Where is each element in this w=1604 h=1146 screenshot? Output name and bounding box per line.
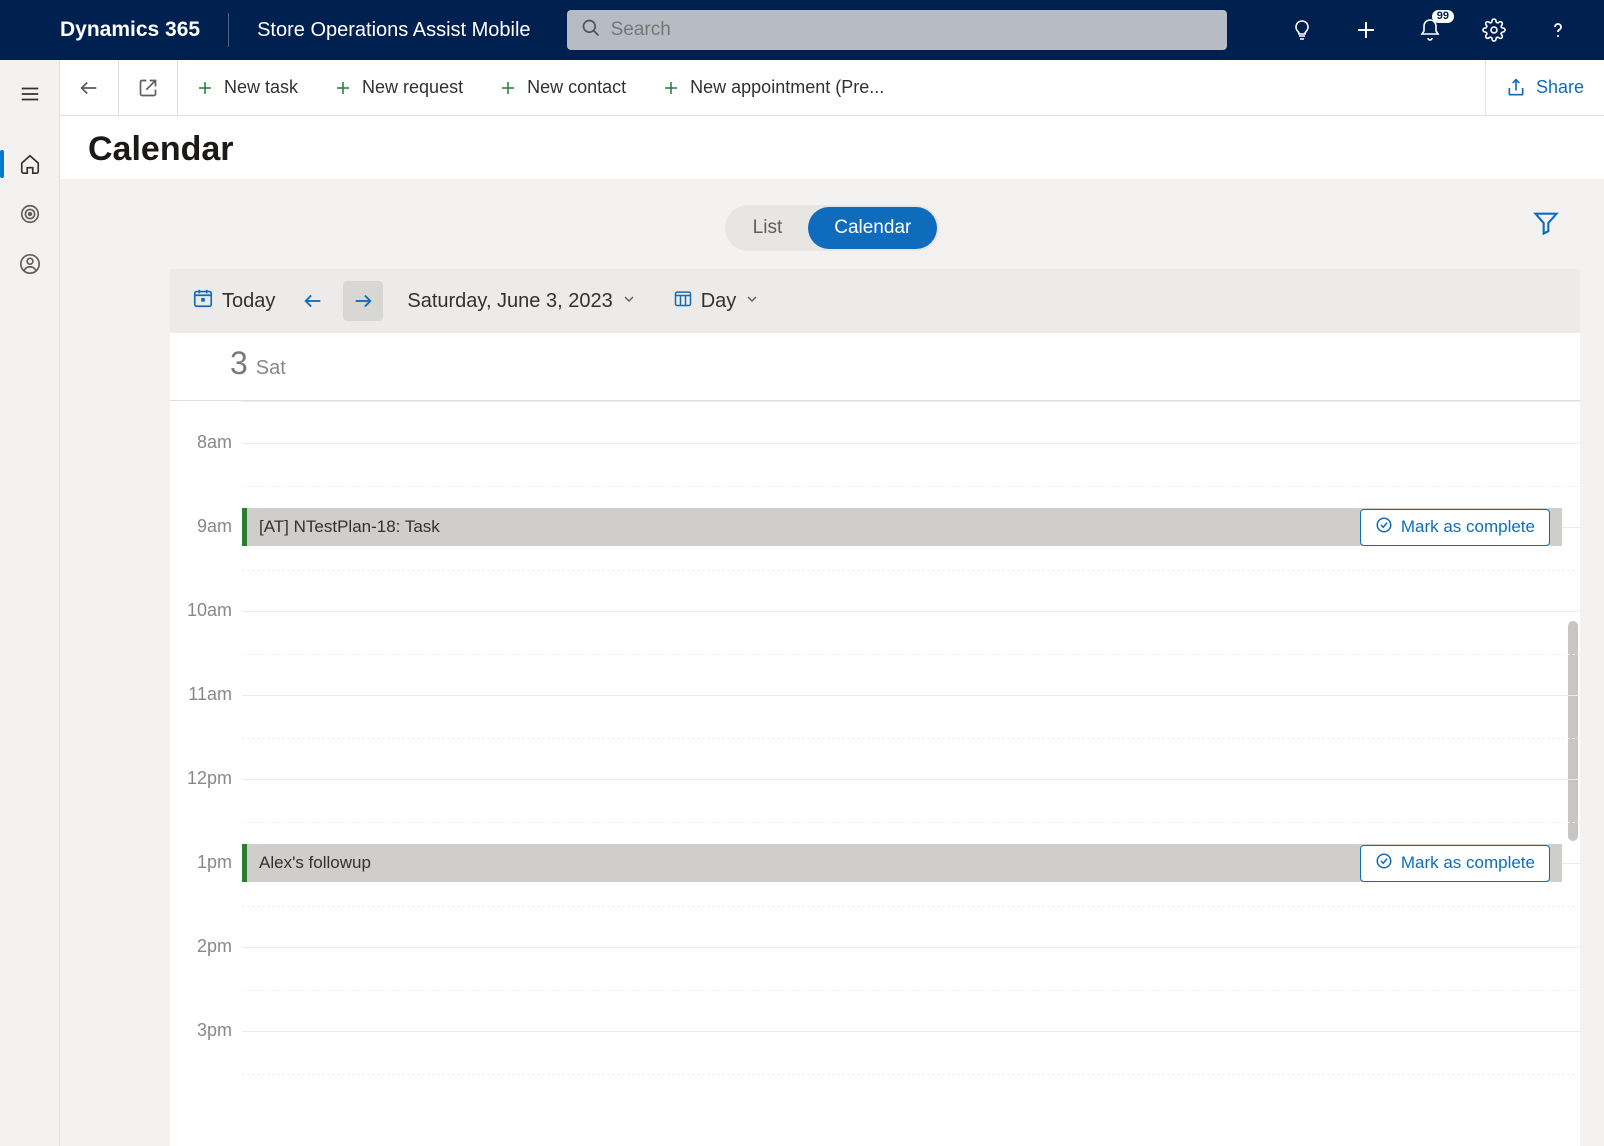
notifications-icon[interactable]: 99 xyxy=(1416,16,1444,44)
calendar-event[interactable]: Alex's followup Mark as complete xyxy=(242,844,1562,882)
day-header: 3 Sat xyxy=(170,333,1580,401)
help-icon[interactable] xyxy=(1544,16,1572,44)
check-circle-icon xyxy=(1375,516,1393,539)
new-request-label: New request xyxy=(362,77,463,98)
mark-complete-label: Mark as complete xyxy=(1401,517,1535,537)
mark-complete-button[interactable]: Mark as complete xyxy=(1360,845,1550,882)
new-task-button[interactable]: New task xyxy=(178,60,316,115)
today-label: Today xyxy=(222,290,275,313)
brand-label[interactable]: Dynamics 365 xyxy=(0,13,229,47)
today-button[interactable]: Today xyxy=(184,281,283,321)
time-label: 10am xyxy=(187,600,232,620)
filter-icon[interactable] xyxy=(1528,205,1564,241)
prev-day-button[interactable] xyxy=(293,281,333,321)
day-number: 3 xyxy=(230,345,248,382)
view-toggle: List Calendar xyxy=(725,205,940,251)
view-area: List Calendar Today xyxy=(60,179,1604,1146)
page-title: Calendar xyxy=(88,130,1576,169)
view-mode-label: Day xyxy=(701,290,737,313)
current-date-label: Saturday, June 3, 2023 xyxy=(407,290,612,313)
main: New task New request New contact New app… xyxy=(60,60,1604,1146)
nav-target-icon[interactable] xyxy=(0,192,60,236)
plus-icon[interactable] xyxy=(1352,16,1380,44)
event-title: [AT] NTestPlan-18: Task xyxy=(259,517,440,537)
calendar-toolbar: Today Saturday, June 3, 2023 xyxy=(170,269,1580,333)
chevron-down-icon xyxy=(744,290,760,313)
time-label: 12pm xyxy=(187,768,232,788)
calendar-event[interactable]: [AT] NTestPlan-18: Task Mark as complete xyxy=(242,508,1562,546)
new-request-button[interactable]: New request xyxy=(316,60,481,115)
lightbulb-icon[interactable] xyxy=(1288,16,1316,44)
time-label: 8am xyxy=(197,432,232,452)
view-toggle-calendar[interactable]: Calendar xyxy=(808,207,937,249)
next-day-button[interactable] xyxy=(343,281,383,321)
search-icon xyxy=(581,18,601,43)
back-button[interactable] xyxy=(60,60,118,115)
time-label: 11am xyxy=(188,684,232,704)
settings-gear-icon[interactable] xyxy=(1480,16,1508,44)
share-button[interactable]: Share xyxy=(1485,60,1604,115)
app-name-label[interactable]: Store Operations Assist Mobile xyxy=(229,19,558,42)
new-task-label: New task xyxy=(224,77,298,98)
search-input[interactable] xyxy=(611,19,1213,41)
share-label: Share xyxy=(1536,77,1584,98)
chevron-down-icon xyxy=(621,290,637,313)
view-mode-picker[interactable]: Day xyxy=(665,282,769,320)
day-of-week: Sat xyxy=(256,357,286,380)
calendar-view-icon xyxy=(673,288,693,314)
view-toggle-list[interactable]: List xyxy=(727,207,809,249)
check-circle-icon xyxy=(1375,852,1393,875)
nav-rail xyxy=(0,60,60,1146)
nav-profile-icon[interactable] xyxy=(0,242,60,286)
time-label: 9am xyxy=(197,516,232,536)
calendar-today-icon xyxy=(192,287,214,315)
open-new-window-icon[interactable] xyxy=(119,60,177,115)
mark-complete-button[interactable]: Mark as complete xyxy=(1360,509,1550,546)
time-label: 2pm xyxy=(197,936,232,956)
notification-badge: 99 xyxy=(1432,10,1454,23)
app-bar: Dynamics 365 Store Operations Assist Mob… xyxy=(0,0,1604,60)
date-picker[interactable]: Saturday, June 3, 2023 xyxy=(399,284,644,319)
new-appointment-label: New appointment (Pre... xyxy=(690,77,884,98)
command-bar: New task New request New contact New app… xyxy=(60,60,1604,116)
hamburger-icon[interactable] xyxy=(0,72,60,116)
time-label: 1pm xyxy=(197,852,232,872)
mark-complete-label: Mark as complete xyxy=(1401,853,1535,873)
topbar-icons: 99 xyxy=(1288,16,1580,44)
new-contact-label: New contact xyxy=(527,77,626,98)
search-wrap xyxy=(567,10,1227,50)
search-box[interactable] xyxy=(567,10,1227,50)
new-appointment-button[interactable]: New appointment (Pre... xyxy=(644,60,902,115)
new-contact-button[interactable]: New contact xyxy=(481,60,644,115)
nav-home-icon[interactable] xyxy=(0,142,60,186)
time-label: 3pm xyxy=(197,1020,232,1040)
time-grid[interactable]: 8am 9am [AT] NTestPlan-18: Task Mark a xyxy=(170,401,1580,1146)
event-title: Alex's followup xyxy=(259,853,371,873)
